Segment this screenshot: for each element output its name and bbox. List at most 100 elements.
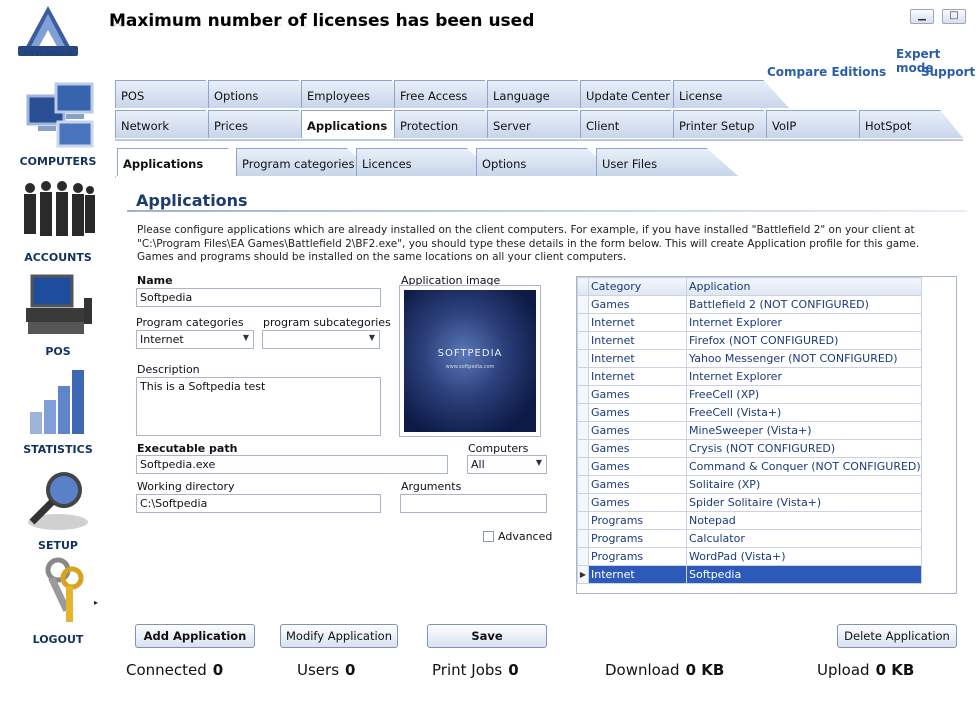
tab-divider [115,139,963,141]
table-row[interactable]: Internet Internet Explorer [577,367,922,386]
status-print-value: 0 [508,661,519,679]
table-row[interactable]: ▶ Internet Softpedia [577,565,922,584]
minimize-button[interactable]: ▁ [910,9,934,24]
sidebar-item-statistics[interactable]: STATISTICS [8,366,108,456]
program-categories-select[interactable]: Internet ▼ [136,330,254,349]
status-connected-label: Connected [126,661,207,679]
sidebar-item-label: ACCOUNTS [24,251,92,264]
section-title: Applications [136,191,248,210]
row-selector[interactable] [577,439,589,458]
program-subcategories-select[interactable]: ▼ [262,330,380,349]
table-row[interactable]: Internet Firefox (NOT CONFIGURED) [577,331,922,350]
tab-hotspot[interactable]: HotSpot [859,110,963,138]
compare-editions-link[interactable]: Compare Editions [767,65,886,79]
cell-category: Internet [588,565,687,584]
status-upload-value: 0 KB [875,661,915,679]
working-directory-input[interactable]: C:\Softpedia [136,494,381,513]
cell-category: Programs [588,511,687,530]
row-selector[interactable] [577,457,589,476]
row-selector[interactable] [577,493,589,512]
table-row[interactable]: Games Spider Solitaire (Vista+) [577,493,922,512]
status-download-value: 0 KB [685,661,725,679]
add-application-button[interactable]: Add Application [135,624,255,648]
row-selector[interactable] [577,475,589,494]
description-textarea[interactable]: This is a Softpedia test [136,377,381,436]
sidebar-item-setup[interactable]: SETUP [8,462,108,552]
working-directory-label: Working directory [137,480,235,493]
table-row[interactable]: Games Crysis (NOT CONFIGURED) [577,439,922,458]
table-row[interactable]: Programs Notepad [577,511,922,530]
table-row[interactable]: Programs Calculator [577,529,922,548]
status-download-label: Download [605,661,680,679]
table-row[interactable]: Games Battlefield 2 (NOT CONFIGURED) [577,295,922,314]
table-row[interactable]: Games FreeCell (XP) [577,385,922,404]
status-upload: Upload 0 KB [817,661,914,679]
row-selector[interactable] [577,403,589,422]
arguments-input[interactable] [400,494,547,513]
cell-application: Internet Explorer [686,313,922,332]
application-image[interactable]: SOFTPEDIA www.softpedia.com [399,285,541,437]
executable-path-input[interactable]: Softpedia.exe [136,455,448,474]
program-categories-value: Internet [140,333,184,346]
row-selector[interactable] [577,295,589,314]
row-selector[interactable] [577,313,589,332]
status-connected: Connected 0 [126,661,223,679]
title-bar: ANTAMEDIA Maximum number of licenses has… [0,0,979,58]
cell-category: Internet [588,331,687,350]
row-selector[interactable] [577,385,589,404]
table-row[interactable]: Games Command & Conquer (NOT CONFIGURED) [577,457,922,476]
cell-application: FreeCell (XP) [686,385,922,404]
computers-label: Computers [468,442,529,455]
table-row[interactable]: Programs WordPad (Vista+) [577,547,922,566]
table-row[interactable]: Games FreeCell (Vista+) [577,403,922,422]
table-row[interactable]: Internet Internet Explorer [577,313,922,332]
computers-select[interactable]: All ▼ [467,455,547,474]
table-row[interactable]: Games MineSweeper (Vista+) [577,421,922,440]
row-selector[interactable] [577,421,589,440]
row-pointer-icon[interactable]: ▶ [577,565,589,584]
row-selector[interactable] [577,349,589,368]
column-header-category[interactable]: Category [588,277,687,296]
sidebar-item-accounts[interactable]: ACCOUNTS [8,174,108,264]
cell-category: Games [588,385,687,404]
modify-application-button[interactable]: Modify Application [280,624,398,648]
maximize-button[interactable]: □ [942,9,966,24]
status-users: Users 0 [297,661,355,679]
name-input[interactable]: Softpedia [136,288,381,307]
status-users-value: 0 [345,661,356,679]
computers-icon [26,82,94,148]
sidebar-item-computers[interactable]: COMPUTERS [8,78,108,168]
cell-category: Games [588,457,687,476]
row-selector[interactable] [577,547,589,566]
cell-category: Internet [588,349,687,368]
row-selector[interactable] [577,331,589,350]
support-link[interactable]: Support [921,65,975,79]
setup-icon [28,472,88,530]
row-selector[interactable] [577,511,589,530]
table-row[interactable]: Internet Yahoo Messenger (NOT CONFIGURED) [577,349,922,368]
applications-grid[interactable]: Category Application Games Battlefield 2 … [576,276,957,594]
program-subcategories-label: program subcategories [263,316,391,329]
row-selector[interactable] [577,367,589,386]
name-label: Name [137,274,173,287]
accounts-icon [24,181,95,236]
advanced-checkbox[interactable] [483,531,494,542]
subtab-user-files[interactable]: User Files [596,148,738,176]
delete-application-button[interactable]: Delete Application [837,624,957,648]
tab-license[interactable]: License [673,80,789,108]
cell-application: Command & Conquer (NOT CONFIGURED) [686,457,922,476]
table-row[interactable]: Games Solitaire (XP) [577,475,922,494]
row-selector[interactable] [577,529,589,548]
arguments-label: Arguments [401,480,462,493]
sidebar-item-logout[interactable]: LOGOUT [8,556,108,646]
sidebar-item-label: COMPUTERS [19,155,97,168]
image-subcaption: www.softpedia.com [445,364,495,370]
sidebar-item-pos[interactable]: POS [8,268,108,358]
chevron-down-icon: ▼ [242,333,249,342]
sidebar-item-label: LOGOUT [32,633,84,646]
save-button[interactable]: Save [427,624,547,648]
keys-icon [45,557,84,622]
chevron-down-icon: ▼ [368,333,375,342]
cell-category: Games [588,439,687,458]
column-header-application[interactable]: Application [686,277,922,296]
